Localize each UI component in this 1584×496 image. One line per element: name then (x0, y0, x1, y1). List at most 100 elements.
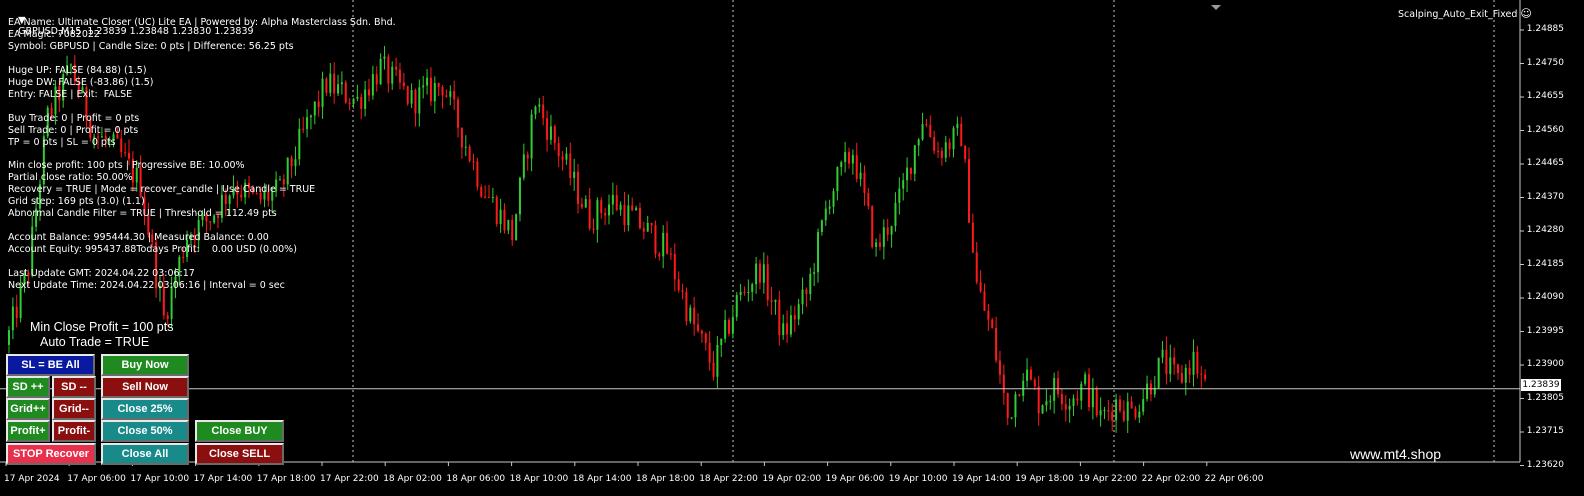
candle-body (778, 299, 781, 336)
candle-body (921, 124, 924, 140)
info-line: Buy Trade: 0 | Profit = 0 pts (8, 112, 140, 124)
smiley-icon[interactable]: ☺ (1520, 7, 1531, 20)
candle-body (817, 231, 820, 273)
candle-body (902, 180, 905, 189)
period-separators (352, 0, 1495, 462)
candle-body (402, 82, 405, 87)
candle-body (813, 272, 816, 274)
sd-plus-button[interactable]: SD ++ (6, 376, 50, 398)
candle-body (499, 209, 502, 225)
candle-body (418, 87, 421, 114)
profit-plus-button[interactable]: Profit+ (6, 420, 50, 442)
candle-body (851, 155, 854, 164)
buy-now-button[interactable]: Buy Now (101, 354, 189, 376)
grid-plus-button[interactable]: Grid++ (6, 398, 50, 420)
mt4-chart-window[interactable]: ▼ GBPUSD,M15 1.23839 1.23848 1.23830 1.2… (0, 0, 1584, 496)
sd-minus-button[interactable]: SD -- (52, 376, 96, 398)
candle-body (1122, 410, 1125, 421)
time-tick-label: 19 Apr 22:00 (1078, 474, 1138, 484)
grid-minus-button[interactable]: Grid-- (52, 398, 96, 420)
candle-body (666, 232, 669, 254)
price-tick-label: 1.23620 (1526, 459, 1564, 470)
candle-body (306, 117, 309, 129)
candle-body (1103, 409, 1106, 411)
profit-minus-button[interactable]: Profit- (52, 420, 96, 442)
candle-body (1204, 374, 1207, 380)
candle-body (789, 315, 792, 335)
candle-body (1014, 394, 1017, 418)
min-close-profit-status: Min Close Profit = 100 pts (30, 320, 174, 334)
candle-body (580, 203, 583, 208)
candle-body (596, 200, 599, 230)
candle-body (662, 232, 665, 257)
candle-body (480, 186, 483, 197)
candle-body (797, 304, 800, 320)
candle-body (286, 157, 289, 185)
candle-body (677, 279, 680, 291)
candle-body (995, 328, 998, 361)
stop-recover-button[interactable]: STOP Recover (6, 443, 96, 465)
candle-body (313, 101, 316, 116)
candle-body (1173, 357, 1176, 365)
candle-body (1091, 388, 1094, 408)
close-all-button[interactable]: Close All (101, 443, 189, 465)
candle-body (979, 282, 982, 292)
candle-body (1177, 364, 1180, 374)
candle-body (491, 196, 494, 198)
candle-body (1118, 399, 1121, 411)
sl-be-all-button[interactable]: SL = BE All (6, 354, 95, 376)
info-line: Grid step: 169 pts (3.0) (1.1) (8, 196, 145, 208)
candle-body (414, 89, 417, 114)
candle-body (998, 360, 1001, 375)
time-tick-label: 22 Apr 06:00 (1204, 474, 1264, 484)
candle-body (549, 126, 552, 140)
candle-body (1002, 374, 1005, 393)
candle-body (1095, 388, 1098, 416)
candle-body (8, 330, 10, 345)
candle-body (468, 146, 471, 162)
time-tick-label: 19 Apr 06:00 (825, 474, 885, 484)
info-line: Entry: FALSE | Exit: FALSE (8, 88, 133, 100)
candle-body (360, 96, 363, 109)
close-25-button[interactable]: Close 25% (101, 398, 189, 420)
candle-body (1142, 399, 1145, 412)
price-tick-label: 1.24885 (1526, 24, 1564, 34)
close-50-button[interactable]: Close 50% (101, 420, 189, 442)
candle-body (875, 242, 878, 247)
time-tick-label: 18 Apr 18:00 (636, 474, 695, 484)
candle-body (371, 74, 374, 96)
time-tick-label: 19 Apr 14:00 (952, 474, 1011, 484)
candle-body (290, 157, 293, 167)
time-tick-label: 19 Apr 02:00 (762, 474, 822, 484)
candle-body (909, 167, 912, 174)
candle-body (429, 77, 432, 102)
candle-body (445, 95, 448, 97)
info-line: Next Update Time: 2024.04.22 03:06:16 | … (8, 279, 285, 291)
candle-body (534, 106, 537, 115)
candle-body (542, 104, 545, 119)
candle-body (329, 73, 332, 93)
time-tick-label: 17 Apr 06:00 (67, 474, 126, 484)
candle-body (975, 252, 978, 283)
candle-body (340, 82, 343, 85)
close-buy-button[interactable]: Close BUY (195, 420, 284, 442)
candle-body (592, 228, 595, 230)
candle-body (782, 323, 785, 336)
candle-body (689, 307, 692, 322)
candle-body (518, 177, 521, 215)
candle-body (716, 345, 719, 377)
candle-body (228, 195, 231, 204)
candle-body (944, 142, 947, 158)
candle-body (530, 114, 533, 159)
sell-now-button[interactable]: Sell Now (101, 376, 189, 398)
candle-body (805, 289, 808, 295)
candle-body (278, 179, 281, 181)
candle-body (770, 300, 773, 302)
candle-body (302, 128, 305, 130)
close-sell-button[interactable]: Close SELL (195, 443, 284, 465)
candle-body (898, 188, 901, 203)
price-tick-label: 1.23995 (1526, 325, 1564, 336)
candle-body (1076, 398, 1079, 401)
candle-body (964, 146, 967, 160)
candle-body (886, 227, 889, 235)
